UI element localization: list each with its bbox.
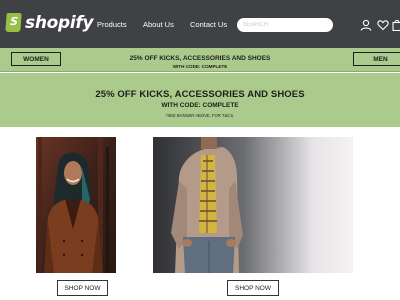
shopify-logo[interactable]: S shopify	[5, 12, 94, 36]
shop-now-button-men[interactable]: SHOP NOW	[227, 280, 279, 296]
shopping-bag-icon[interactable]	[392, 19, 400, 31]
woman-in-brown-coat-photo[interactable]	[36, 137, 116, 273]
man-in-beige-jacket-photo[interactable]	[153, 137, 353, 273]
promo-strip-code: WITH CODE: COMPLETE	[172, 64, 228, 69]
heart-icon[interactable]	[377, 19, 389, 31]
men-button[interactable]: MEN	[353, 52, 400, 66]
search-input[interactable]	[237, 18, 333, 32]
nav-link-contact-us[interactable]: Contact Us	[190, 20, 227, 29]
promo-strip-title: 25% OFF KICKS, ACCESSORIES AND SHOES	[129, 55, 271, 62]
promo-strip: WOMEN 25% OFF KICKS, ACCESSORIES AND SHO…	[0, 48, 400, 72]
top-navigation-bar: S shopify Products About Us Contact Us	[0, 0, 400, 48]
logo-text: shopify	[25, 13, 94, 33]
shop-now-button-women[interactable]: SHOP NOW	[57, 280, 108, 296]
user-icon[interactable]	[360, 19, 372, 31]
nav-link-about-us[interactable]: About Us	[143, 20, 174, 29]
banner-terms-note: *SEE BANNER ABOVE, FOR T&CS.	[165, 113, 235, 118]
shopping-bag-logo-icon: S	[5, 13, 22, 32]
nav-link-products[interactable]: Products	[97, 20, 127, 29]
banner-code: WITH CODE: COMPLETE	[161, 102, 239, 109]
banner-title: 25% OFF KICKS, ACCESSORIES AND SHOES	[95, 89, 305, 100]
promo-banner: 25% OFF KICKS, ACCESSORIES AND SHOES WIT…	[0, 73, 400, 127]
women-button[interactable]: WOMEN	[11, 52, 61, 66]
